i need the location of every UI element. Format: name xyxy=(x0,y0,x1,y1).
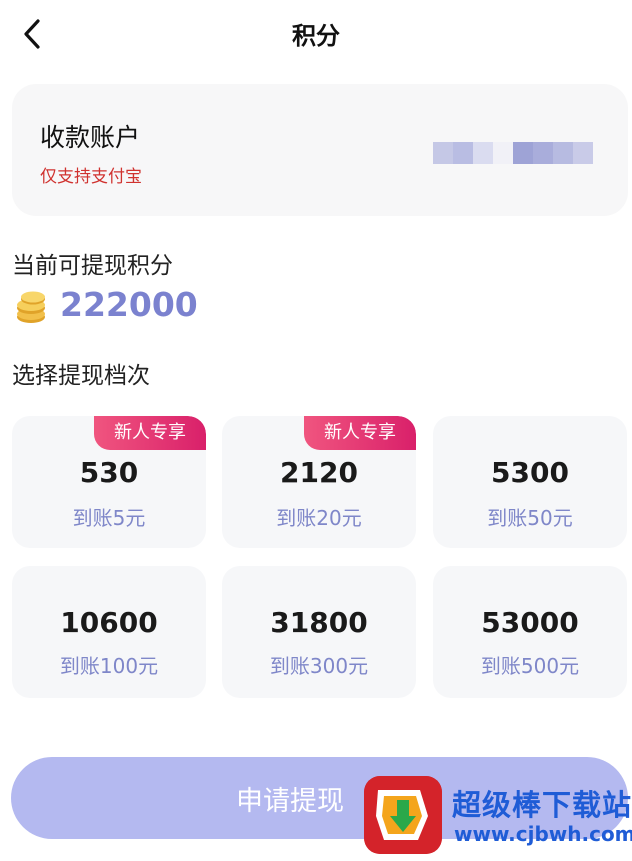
tier-card-2[interactable]: 新人专享 2120 到账20元 xyxy=(222,416,416,548)
tier-card-5[interactable]: 31800 到账300元 xyxy=(222,566,416,698)
tier-card-6[interactable]: 53000 到账500元 xyxy=(433,566,627,698)
tier-amount: 到账100元 xyxy=(59,654,159,678)
account-note: 仅支持支付宝 xyxy=(40,167,142,187)
tier-card-1[interactable]: 新人专享 530 到账5元 xyxy=(12,416,206,548)
new-user-badge: 新人专享 xyxy=(304,416,416,450)
top-bar: 积分 xyxy=(0,0,632,70)
tier-amount: 到账500元 xyxy=(480,654,580,678)
balance-label: 当前可提现积分 xyxy=(12,253,173,279)
tier-amount: 到账5元 xyxy=(72,506,146,530)
download-site-logo-icon xyxy=(364,776,442,854)
tier-amount: 到账20元 xyxy=(276,506,362,530)
tier-points: 53000 xyxy=(481,606,579,639)
tier-points: 10600 xyxy=(60,606,158,639)
tier-points: 530 xyxy=(79,456,139,489)
tier-points: 2120 xyxy=(280,456,358,489)
tier-section-label: 选择提现档次 xyxy=(12,363,150,389)
watermark-name: 超级棒下载站 xyxy=(452,788,632,822)
new-user-badge: 新人专享 xyxy=(94,416,206,450)
tier-amount: 到账300元 xyxy=(269,654,369,678)
tier-amount: 到账50元 xyxy=(487,506,573,530)
account-title: 收款账户 xyxy=(40,123,141,152)
tier-points: 31800 xyxy=(270,606,368,639)
tier-points: 5300 xyxy=(491,456,569,489)
tier-card-4[interactable]: 10600 到账100元 xyxy=(12,566,206,698)
page-title: 积分 xyxy=(292,22,340,50)
watermark-url: www.cjbwh.com xyxy=(454,822,632,846)
site-watermark: 超级棒下载站 www.cjbwh.com xyxy=(364,776,632,861)
balance-value: 222000 xyxy=(60,285,198,324)
payee-account-card[interactable]: 收款账户 仅支持支付宝 xyxy=(12,84,628,216)
masked-account-name xyxy=(433,142,593,164)
coin-stack-icon xyxy=(17,291,45,323)
tier-card-3[interactable]: 5300 到账50元 xyxy=(433,416,627,548)
